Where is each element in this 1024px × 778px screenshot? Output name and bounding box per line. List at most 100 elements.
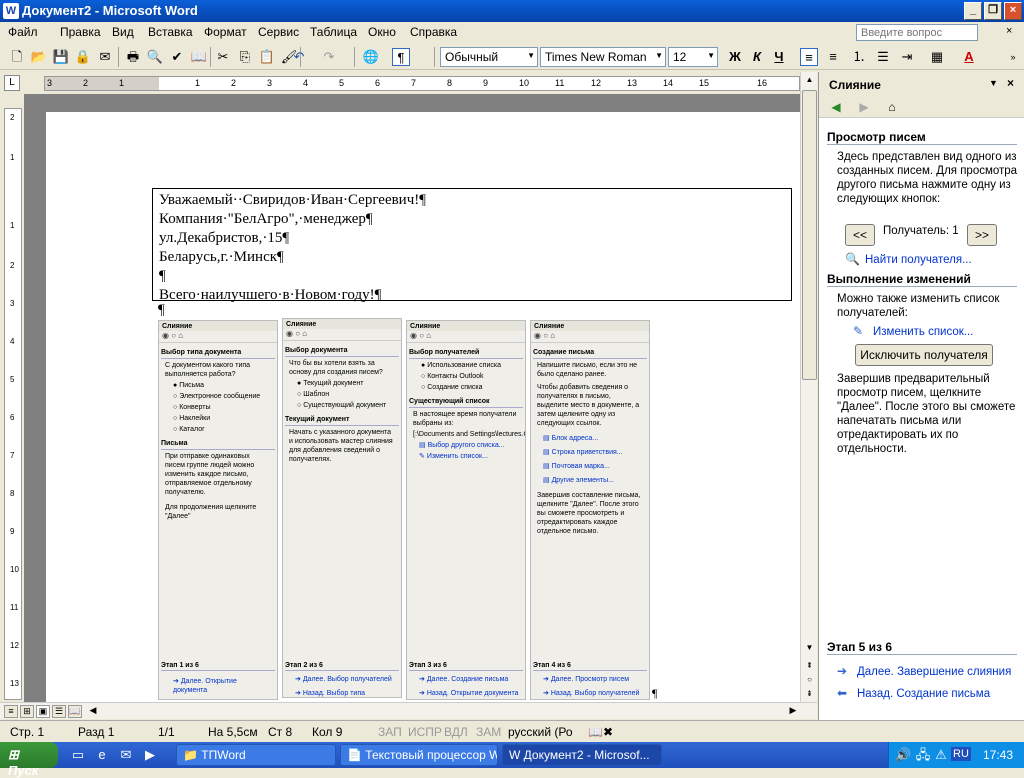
back-step-link[interactable]: ⬅ Назад. Создание письма (837, 686, 990, 700)
menu-format[interactable]: Формат (204, 25, 247, 39)
numbering-icon[interactable]: ⒈ (850, 48, 868, 66)
cut-icon[interactable]: ✂ (214, 48, 232, 66)
ruler-strip[interactable]: 3 2 1 1 2 3 4 5 6 7 8 9 10 11 12 13 14 1… (44, 76, 800, 91)
document-page[interactable]: Уважаемый··Свиридов·Иван·Сергеевич!¶ Ком… (46, 112, 800, 702)
research-icon[interactable]: 📖 (190, 48, 208, 66)
vertical-scrollbar[interactable]: ▲ ▼ ⇞ ○ ⇟ (800, 72, 817, 702)
italic-button[interactable]: К (748, 48, 766, 66)
font-combo[interactable]: Times New Roman ▼ (540, 47, 666, 67)
ask-question-input[interactable] (856, 24, 978, 41)
size-combo[interactable]: 12 ▼ (668, 47, 718, 67)
pane-option: ● Текущий документ (297, 380, 364, 387)
pane-text: Напишите письмо, если это не было сделан… (537, 362, 638, 378)
vertical-ruler[interactable]: 2 1 1 2 3 4 5 6 7 8 9 10 11 12 13 (4, 108, 22, 700)
status-rec[interactable]: ЗАП (378, 725, 402, 739)
language-indicator[interactable]: RU (951, 747, 971, 761)
menu-insert[interactable]: Вставка (148, 25, 193, 39)
menu-view[interactable]: Вид (112, 25, 134, 39)
new-document-icon[interactable]: 🗋 (8, 48, 26, 66)
start-button[interactable]: ⊞ Пуск (0, 742, 58, 778)
hyperlink-icon[interactable]: 🌐 (362, 48, 380, 66)
spelling-icon[interactable]: ✔ (168, 48, 186, 66)
arrow-left-icon: ⬅ (837, 686, 848, 700)
media-player-icon[interactable]: ▶ (142, 747, 158, 763)
save-icon[interactable]: 💾 (52, 48, 70, 66)
word-icon: W (509, 748, 521, 762)
back-icon[interactable]: ◀ (827, 99, 845, 115)
address-text-block[interactable]: Уважаемый··Свиридов·Иван·Сергеевич!¶ Ком… (152, 188, 792, 303)
exclude-recipient-button[interactable]: Исключить получателя (855, 344, 993, 366)
redo-icon[interactable]: ↷ (320, 48, 338, 66)
scroll-down-icon[interactable]: ▼ (802, 640, 817, 656)
scroll-thumb[interactable] (802, 90, 817, 380)
align-left-icon[interactable]: ≡ (800, 48, 818, 66)
status-trk[interactable]: ИСПР (408, 725, 442, 739)
address-line: Беларусь,г.·Минск¶ (159, 249, 284, 265)
indent-icon[interactable]: ⇥ (898, 48, 916, 66)
word-app-icon[interactable]: W (3, 3, 19, 19)
scroll-left-icon[interactable]: ◀ (86, 705, 100, 718)
pane-nav: ◉ ○ ⌂ (283, 329, 401, 341)
bold-button[interactable]: Ж (726, 48, 744, 66)
next-recipient-button[interactable]: >> (967, 224, 997, 246)
forward-icon[interactable]: ▶ (855, 99, 873, 115)
scroll-up-icon[interactable]: ▲ (802, 72, 817, 88)
volume-icon[interactable]: 🔊 (895, 747, 911, 763)
status-ovr[interactable]: ЗАМ (476, 725, 501, 739)
network-icon[interactable]: 🖧 (915, 747, 931, 763)
next-step-link[interactable]: ➔ Далее. Завершение слияния (837, 664, 1011, 678)
doc-close-icon[interactable]: × (1006, 25, 1012, 37)
align-center-icon[interactable]: ≡ (824, 48, 842, 66)
permission-icon[interactable]: 🔒 (74, 48, 92, 66)
taskbar-item-doc2[interactable]: W Документ2 - Microsof... (502, 744, 662, 766)
menu-window[interactable]: Окно (368, 25, 396, 39)
security-icon[interactable]: ⚠ (933, 747, 949, 763)
close-icon[interactable]: × (1007, 76, 1014, 90)
internet-explorer-icon[interactable]: e (94, 747, 110, 763)
web-view-icon[interactable]: ⊞ (20, 705, 34, 718)
show-hide-icon[interactable]: ¶ (392, 48, 410, 66)
style-combo[interactable]: Обычный ▼ (440, 47, 538, 67)
copy-icon[interactable]: ⎘ (236, 48, 254, 66)
prev-recipient-button[interactable]: << (845, 224, 875, 246)
email-icon[interactable]: ✉ (96, 48, 114, 66)
close-button[interactable]: × (1004, 2, 1022, 20)
print-layout-icon[interactable]: ▣ (36, 705, 50, 718)
outlook-express-icon[interactable]: ✉ (118, 747, 134, 763)
font-color-button[interactable]: A (960, 48, 978, 66)
bullets-icon[interactable]: ☰ (874, 48, 892, 66)
menu-tools[interactable]: Сервис (258, 25, 299, 39)
home-icon[interactable]: ⌂ (883, 99, 901, 115)
taskbar-item-folder[interactable]: 📁 ТПWord (176, 744, 336, 766)
next-page-icon[interactable]: ⇟ (802, 686, 817, 702)
undo-icon[interactable]: ↶ (290, 48, 308, 66)
minimize-button[interactable]: _ (964, 2, 982, 20)
print-preview-icon[interactable]: 🔍 (146, 48, 164, 66)
paste-icon[interactable]: 📋 (258, 48, 276, 66)
borders-icon[interactable]: ▦ (928, 48, 946, 66)
menu-table[interactable]: Таблица (310, 25, 357, 39)
scroll-right-icon[interactable]: ▶ (786, 705, 800, 718)
restore-button[interactable]: ❐ (984, 2, 1002, 20)
open-icon[interactable]: 📂 (30, 48, 48, 66)
status-at: На 5,5см (208, 725, 258, 739)
vruler-tick-label: 12 (10, 641, 19, 650)
normal-view-icon[interactable]: ≡ (4, 705, 18, 718)
print-icon[interactable]: 🖶 (124, 48, 142, 66)
menu-edit[interactable]: Правка (60, 25, 101, 39)
spelling-status-icon[interactable]: 📖✖ (588, 725, 613, 739)
find-recipient-link[interactable]: 🔍 Найти получателя... (845, 252, 972, 266)
menu-help[interactable]: Справка (410, 25, 457, 39)
chevron-down-icon[interactable]: ▼ (989, 78, 998, 88)
status-ext[interactable]: ВДЛ (444, 725, 468, 739)
edit-list-link[interactable]: ✎ Изменить список... (853, 324, 973, 338)
show-desktop-icon[interactable]: ▭ (70, 747, 86, 763)
reading-view-icon[interactable]: 📖 (68, 705, 82, 718)
menu-file[interactable]: Файл (8, 25, 38, 39)
underline-button[interactable]: Ч (770, 48, 788, 66)
tab-selector[interactable]: L (4, 75, 20, 91)
taskbar-item-doc1[interactable]: 📄 Текстовый процессор W... (340, 744, 498, 766)
toolbar-options-icon[interactable]: » (1004, 48, 1022, 66)
horizontal-scrollbar[interactable]: ≡ ⊞ ▣ ☰ 📖 ◀ ▶ (0, 702, 817, 719)
outline-view-icon[interactable]: ☰ (52, 705, 66, 718)
